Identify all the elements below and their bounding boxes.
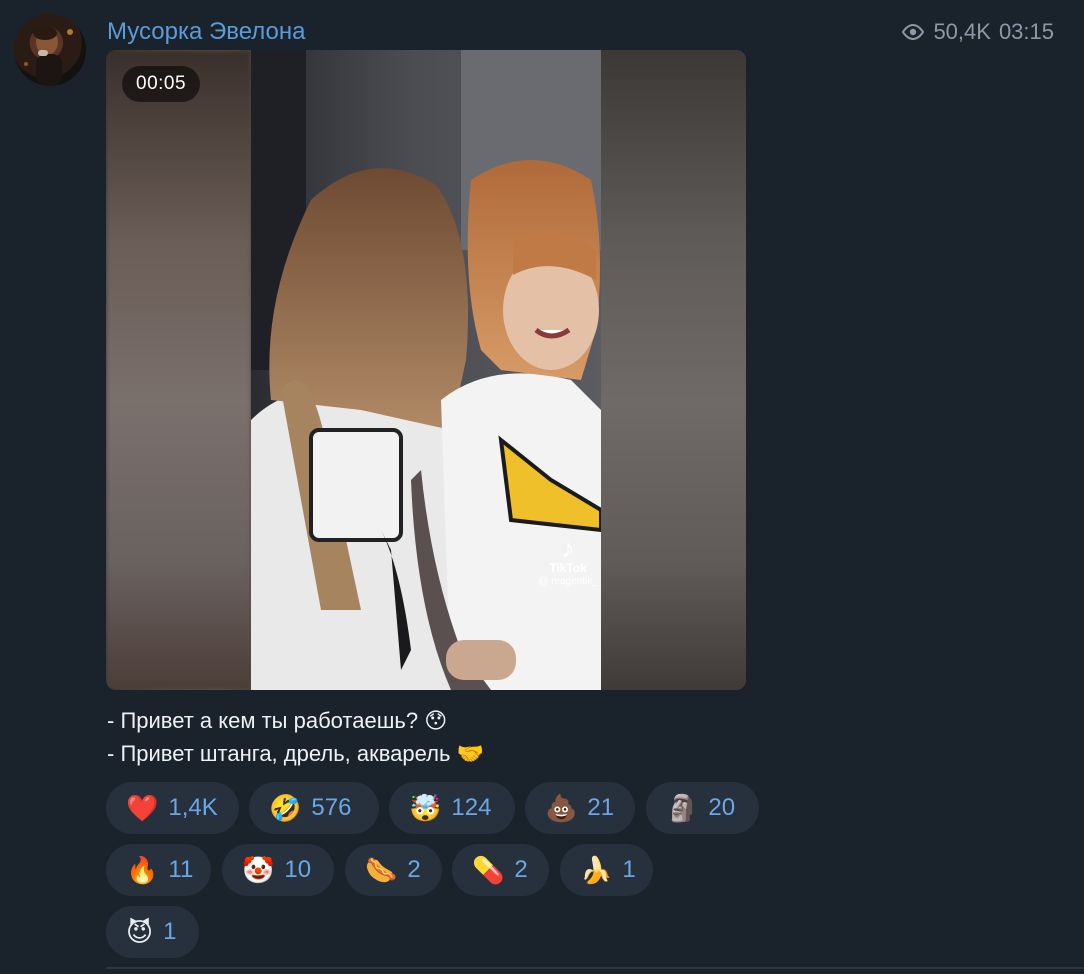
reaction-count: 21 bbox=[587, 794, 615, 821]
reaction-moai[interactable]: 🗿 20 bbox=[646, 782, 759, 834]
clown-emoji: 🤡 bbox=[242, 855, 275, 885]
reaction-smiling-imp[interactable]: 😈 1 bbox=[106, 906, 199, 958]
video-blur-left bbox=[106, 50, 251, 690]
reaction-fire[interactable]: 🔥 11 bbox=[106, 844, 211, 896]
video-still bbox=[251, 50, 601, 690]
message-meta: 50,4K 03:15 bbox=[901, 17, 1054, 47]
reaction-clown[interactable]: 🤡 10 bbox=[222, 844, 334, 896]
tiktok-user: @ reagentik_ bbox=[538, 576, 598, 587]
view-count: 50,4K bbox=[933, 19, 991, 44]
tiktok-logo-icon: ♪ bbox=[561, 533, 575, 563]
tiktok-brand: TikTok bbox=[549, 561, 587, 575]
reaction-exploding-head[interactable]: 🤯 124 bbox=[389, 782, 515, 834]
reaction-count: 1,4K bbox=[168, 794, 218, 821]
smiling-imp-emoji: 😈 bbox=[126, 917, 154, 947]
moai-emoji: 🗿 bbox=[666, 793, 699, 823]
message-time: 03:15 bbox=[998, 19, 1054, 44]
reaction-banana[interactable]: 🍌 1 bbox=[560, 844, 653, 896]
reaction-count: 1 bbox=[622, 856, 636, 883]
reaction-count: 2 bbox=[514, 856, 528, 883]
reaction-count: 576 bbox=[311, 794, 352, 821]
handshake-emoji: 🤝 bbox=[456, 741, 484, 766]
video-timer: 00:05 bbox=[122, 66, 201, 102]
fire-emoji: 🔥 bbox=[126, 855, 159, 885]
reaction-count: 124 bbox=[451, 794, 492, 821]
avatar-photo bbox=[24, 26, 73, 86]
reaction-count: 2 bbox=[407, 856, 421, 883]
message-divider bbox=[106, 967, 1084, 969]
caption-line-2-text: - Привет штанга, дрель, акварель bbox=[107, 741, 451, 766]
reaction-count: 11 bbox=[168, 856, 194, 883]
reaction-poop[interactable]: 💩 21 bbox=[525, 782, 635, 834]
message-caption: - Привет а кем ты работаешь? 😯 - Привет … bbox=[107, 704, 484, 770]
reaction-count: 20 bbox=[708, 794, 736, 821]
reaction-count: 10 bbox=[284, 856, 312, 883]
video-frame bbox=[251, 50, 601, 690]
rofl-emoji: 🤣 bbox=[269, 793, 302, 823]
caption-line-1: - Привет а кем ты работаешь? 😯 bbox=[107, 704, 484, 737]
hotdog-emoji: 🌭 bbox=[365, 855, 398, 885]
exploding-head-emoji: 🤯 bbox=[409, 793, 442, 823]
channel-name[interactable]: Мусорка Эвелона bbox=[107, 15, 306, 49]
caption-line-2: - Привет штанга, дрель, акварель 🤝 bbox=[107, 737, 484, 770]
hushed-face-emoji: 😯 bbox=[424, 708, 448, 733]
reaction-rofl[interactable]: 🤣 576 bbox=[249, 782, 379, 834]
video-player[interactable]: 00:05 ♪ TikTok @ reagentik_ bbox=[106, 50, 746, 690]
video-blur-right bbox=[601, 50, 746, 690]
poop-emoji: 💩 bbox=[545, 793, 578, 823]
reaction-pill[interactable]: 💊 2 bbox=[452, 844, 549, 896]
channel-avatar[interactable] bbox=[14, 14, 86, 86]
reaction-heart[interactable]: ❤️ 1,4K bbox=[106, 782, 239, 834]
banana-emoji: 🍌 bbox=[580, 855, 613, 885]
caption-line-1-text: - Привет а кем ты работаешь? bbox=[107, 708, 419, 733]
heart-emoji: ❤️ bbox=[126, 793, 159, 823]
reaction-hotdog[interactable]: 🌭 2 bbox=[345, 844, 442, 896]
pill-emoji: 💊 bbox=[472, 855, 505, 885]
reaction-count: 1 bbox=[163, 918, 177, 945]
eye-icon bbox=[902, 23, 925, 41]
tiktok-watermark: ♪ TikTok @ reagentik_ bbox=[532, 535, 604, 589]
